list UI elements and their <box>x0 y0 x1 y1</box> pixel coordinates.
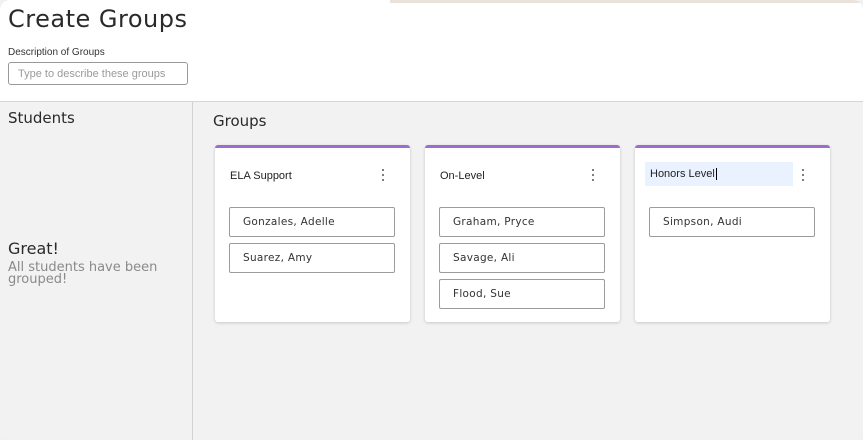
group-name-input[interactable]: Honors Level <box>645 162 793 186</box>
group-member[interactable]: Gonzales, Adelle <box>229 207 395 237</box>
group-member[interactable]: Suarez, Amy <box>229 243 395 273</box>
header: Create Groups Description of Groups <box>0 0 863 102</box>
group-member[interactable]: Graham, Pryce <box>439 207 605 237</box>
group-member[interactable]: Savage, Ali <box>439 243 605 273</box>
kebab-menu-icon[interactable] <box>378 167 388 183</box>
page-title: Create Groups <box>8 5 188 33</box>
description-label: Description of Groups <box>8 47 105 58</box>
group-member[interactable]: Flood, Sue <box>439 279 605 309</box>
text-caret <box>715 168 717 181</box>
create-groups-window: Create Groups Description of Groups Stud… <box>0 0 863 440</box>
group-card-on-level: On-Level Graham, Pryce Savage, Ali Flood… <box>425 145 620 322</box>
group-name[interactable]: ELA Support <box>230 170 292 182</box>
group-card-ela-support: ELA Support Gonzales, Adelle Suarez, Amy <box>215 145 410 322</box>
group-card-honors-level: Honors Level Simpson, Audi <box>635 145 830 322</box>
students-panel: Students Great! All students have been g… <box>0 102 193 440</box>
kebab-menu-icon[interactable] <box>798 167 808 183</box>
empty-state-message: All students have been grouped! <box>8 260 158 287</box>
description-input[interactable] <box>8 62 188 85</box>
group-member[interactable]: Simpson, Audi <box>649 207 815 237</box>
groups-heading: Groups <box>213 112 267 130</box>
header-accent-line <box>390 0 863 3</box>
empty-state-title: Great! <box>8 239 59 258</box>
students-heading: Students <box>8 109 75 127</box>
group-name[interactable]: On-Level <box>440 170 485 182</box>
group-name-text: Honors Level <box>650 168 715 180</box>
kebab-menu-icon[interactable] <box>588 167 598 183</box>
